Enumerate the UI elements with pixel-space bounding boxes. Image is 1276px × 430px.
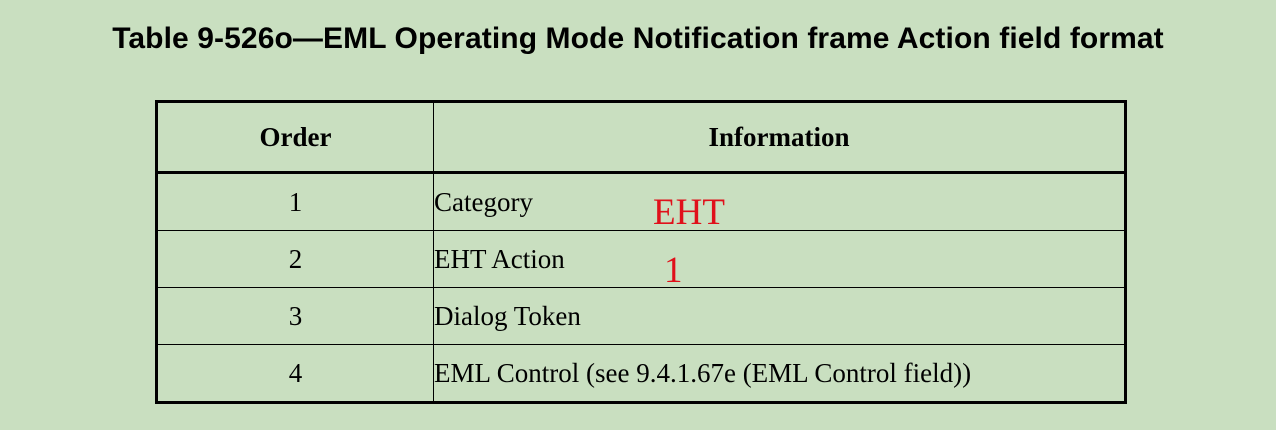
- information-cell: Category: [433, 172, 1126, 231]
- table-header-row: Order Information: [156, 101, 1126, 174]
- information-cell: EHT Action: [433, 230, 1126, 288]
- annotation-category-value: EHT: [653, 192, 725, 233]
- order-cell: 3: [156, 287, 434, 345]
- column-header-information: Information: [433, 101, 1126, 174]
- order-cell: 1: [156, 172, 434, 231]
- table-title: Table 9-526o—EML Operating Mode Notifica…: [112, 22, 1164, 55]
- table-row: 3 Dialog Token: [156, 287, 1126, 345]
- table-row: 2 EHT Action: [156, 230, 1126, 288]
- information-cell: Dialog Token: [433, 287, 1126, 345]
- information-cell: EML Control (see 9.4.1.67e (EML Control …: [433, 344, 1126, 403]
- action-field-format-table: Order Information 1 Category 2 EHT Actio…: [155, 100, 1127, 404]
- column-header-order: Order: [156, 101, 434, 174]
- order-cell: 4: [156, 344, 434, 403]
- table-row: 1 Category: [156, 172, 1126, 231]
- table-row: 4 EML Control (see 9.4.1.67e (EML Contro…: [156, 344, 1126, 403]
- order-cell: 2: [156, 230, 434, 288]
- annotation-eht-action-value: 1: [664, 250, 683, 291]
